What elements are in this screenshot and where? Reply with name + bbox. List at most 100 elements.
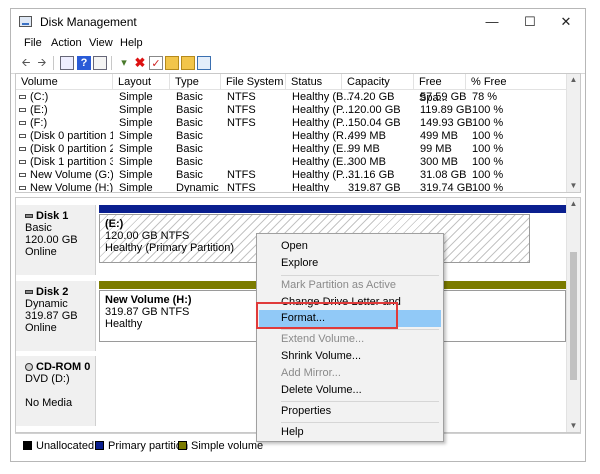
volume-layout: Simple: [119, 117, 153, 129]
volume-type: Basic: [176, 91, 203, 103]
menu-action[interactable]: Action: [51, 37, 82, 49]
scroll-thumb[interactable]: [570, 252, 577, 380]
toolbar-separator: [53, 56, 54, 70]
volume-row[interactable]: (Disk 1 partition 3) Simple Basic Health…: [16, 156, 568, 169]
scroll-down-icon[interactable]: ▼: [567, 420, 580, 432]
volume-type: Basic: [176, 104, 203, 116]
volume-percent-free: 100 %: [472, 156, 504, 168]
help-icon[interactable]: ?: [77, 56, 91, 70]
volume-name: (Disk 0 partition 1): [19, 130, 113, 143]
disk-management-app-icon: [19, 16, 32, 27]
volume-icon: [19, 186, 26, 191]
volume-icon: [19, 134, 26, 139]
volume-row[interactable]: New Volume (G:) Simple Basic NTFS Health…: [16, 169, 568, 182]
disk-size: 120.00 GB: [25, 234, 78, 246]
column-header-status[interactable]: Status: [286, 74, 342, 90]
volume-icon: [19, 160, 26, 165]
menu-item-extend-volume: Extend Volume...: [281, 333, 365, 345]
disk-type: Dynamic: [25, 298, 68, 310]
close-icon[interactable]: ✕: [547, 9, 585, 35]
column-header-volume[interactable]: Volume: [16, 74, 113, 90]
delete-icon[interactable]: ✖: [133, 56, 147, 70]
volume-layout: Simple: [119, 143, 153, 155]
volume-name: New Volume (H:): [19, 182, 113, 192]
volume-percent-free: 78 %: [472, 91, 498, 103]
disk-status: No Media: [25, 397, 73, 409]
refresh-icon[interactable]: [197, 56, 211, 70]
properties-icon[interactable]: [93, 56, 107, 70]
check-icon[interactable]: ✓: [149, 56, 163, 70]
menu-item-delete-volume[interactable]: Delete Volume...: [259, 382, 441, 399]
volume-name: (E:): [19, 104, 113, 117]
volume-name: (C:): [19, 91, 113, 104]
disk-info-disk-1[interactable]: Disk 1 Basic 120.00 GB Online: [16, 205, 96, 275]
volume-row[interactable]: New Volume (H:) Simple Dynamic NTFS Heal…: [16, 182, 568, 193]
volume-icon: [19, 121, 26, 126]
menu-separator: [281, 422, 439, 423]
back-arrow-icon[interactable]: 🡨: [19, 56, 33, 70]
folder-icon[interactable]: [165, 56, 179, 70]
volume-status: Healthy (R...: [292, 130, 354, 142]
volume-icon: [19, 108, 26, 113]
volume-percent-free: 100 %: [472, 104, 504, 116]
volume-list-scrollbar[interactable]: ▲ ▼: [566, 74, 580, 192]
volume-percent-free: 100 %: [472, 117, 504, 129]
volume-status: Healthy (E...: [292, 143, 353, 155]
column-header-file-system[interactable]: File System: [221, 74, 286, 90]
maximize-icon[interactable]: ☐: [511, 9, 549, 35]
volume-status: Healthy (P...: [292, 104, 352, 116]
menu-item-help[interactable]: Help: [259, 424, 441, 441]
disk-view-scrollbar[interactable]: ▲ ▼: [566, 198, 580, 432]
disk-info-disk-2[interactable]: Disk 2 Dynamic 319.87 GB Online: [16, 281, 96, 351]
volume-row[interactable]: (F:) Simple Basic NTFS Healthy (P... 150…: [16, 117, 568, 130]
disk-icon: [25, 290, 33, 295]
volume-capacity: 300 MB: [348, 156, 386, 168]
volume-status: Healthy (E...: [292, 156, 353, 168]
column-header-layout[interactable]: Layout: [113, 74, 170, 90]
volume-file-system: NTFS: [227, 182, 256, 193]
console-tree-icon[interactable]: [60, 56, 74, 70]
volume-free-space: 319.74 GB: [420, 182, 473, 193]
volume-type: Basic: [176, 117, 203, 129]
forward-arrow-icon[interactable]: 🡪: [35, 56, 49, 70]
context-menu: Open Explore Mark Partition as Active Ch…: [256, 233, 444, 442]
scroll-up-icon[interactable]: ▲: [567, 198, 580, 210]
volume-percent-free: 100 %: [472, 169, 504, 181]
column-header-percent-free[interactable]: % Free: [466, 74, 568, 90]
disk-spacer: [25, 385, 95, 397]
menu-item-open[interactable]: Open: [259, 238, 441, 255]
volume-row[interactable]: (C:) Simple Basic NTFS Healthy (B... 74.…: [16, 91, 568, 104]
disk-status: Online: [25, 322, 57, 334]
volume-row[interactable]: (Disk 0 partition 1) Simple Basic Health…: [16, 130, 568, 143]
menu-view[interactable]: View: [89, 37, 113, 49]
menu-item-add-mirror: Add Mirror...: [281, 367, 341, 379]
column-header-type[interactable]: Type: [170, 74, 221, 90]
volume-icon: [19, 95, 26, 100]
title-bar: Disk Management — ☐ ✕: [11, 9, 585, 35]
volume-row[interactable]: (Disk 0 partition 2) Simple Basic Health…: [16, 143, 568, 156]
volume-status: Healthy (B...: [292, 91, 353, 103]
cdrom-icon: [25, 363, 33, 372]
volume-free-space: 149.93 GB: [420, 117, 473, 129]
search-icon[interactable]: [181, 56, 195, 70]
connect-icon[interactable]: ▾: [117, 56, 131, 70]
volume-percent-free: 100 %: [472, 130, 504, 142]
menu-help[interactable]: Help: [120, 37, 143, 49]
disk-info-cdrom-0[interactable]: CD-ROM 0 DVD (D:) No Media: [16, 356, 96, 426]
volume-capacity: 74.20 GB: [348, 91, 395, 103]
menu-bar: File Action View Help: [11, 35, 585, 53]
volume-row[interactable]: (E:) Simple Basic NTFS Healthy (P... 120…: [16, 104, 568, 117]
menu-file[interactable]: File: [24, 37, 42, 49]
menu-item-explore[interactable]: Explore: [259, 255, 441, 272]
disk-name: CD-ROM 0: [36, 361, 91, 373]
primary-partition-strip: [99, 205, 566, 213]
volume-layout: Simple: [119, 182, 153, 193]
minimize-icon[interactable]: —: [473, 9, 511, 35]
scroll-up-icon[interactable]: ▲: [567, 74, 580, 86]
column-header-capacity[interactable]: Capacity: [342, 74, 414, 90]
volume-layout: Simple: [119, 130, 153, 142]
scroll-down-icon[interactable]: ▼: [567, 180, 580, 192]
column-header-free-space[interactable]: Free Spa...: [414, 74, 466, 104]
menu-item-shrink-volume[interactable]: Shrink Volume...: [259, 348, 441, 365]
menu-item-properties[interactable]: Properties: [259, 403, 441, 420]
